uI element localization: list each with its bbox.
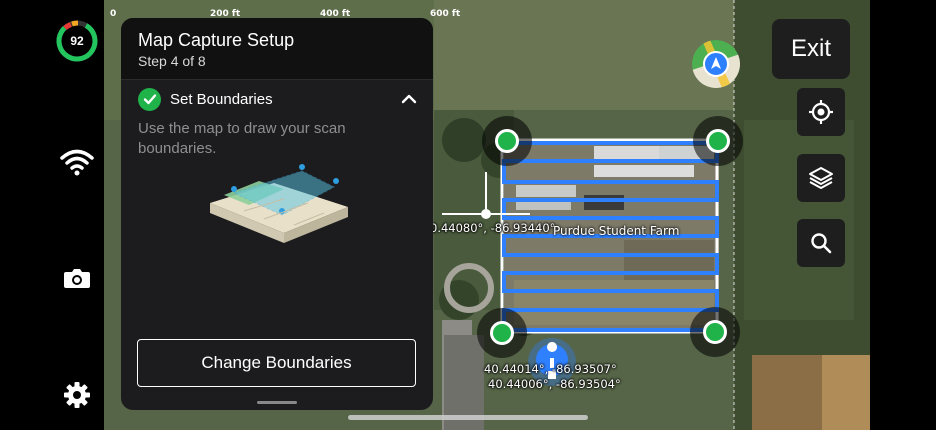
wifi-icon[interactable] xyxy=(58,143,96,181)
left-rail: 92 xyxy=(0,0,104,430)
set-boundaries-section-header[interactable]: Set Boundaries xyxy=(138,87,418,111)
chevron-up-icon[interactable] xyxy=(400,90,418,108)
panel-title: Map Capture Setup xyxy=(138,30,295,50)
drone-coordinate-1: 40.44014°, -86.93507° xyxy=(484,362,617,376)
panel-header: Map Capture Setup Step 4 of 8 xyxy=(121,18,433,80)
change-boundaries-button[interactable]: Change Boundaries xyxy=(137,339,416,387)
boundary-handle-top-right[interactable] xyxy=(693,116,743,166)
panel-drag-handle[interactable] xyxy=(257,401,297,404)
boundary-handle-top-left[interactable] xyxy=(482,116,532,166)
layers-icon xyxy=(809,167,833,189)
settings-gear-icon[interactable] xyxy=(58,376,96,414)
layers-button[interactable] xyxy=(797,154,845,202)
panel-step: Step 4 of 8 xyxy=(138,53,206,69)
boundary-handle-bottom-right[interactable] xyxy=(690,307,740,357)
boundary-illustration xyxy=(210,164,348,243)
exit-button[interactable]: Exit xyxy=(772,19,850,79)
section-description: Use the map to draw your scan boundaries… xyxy=(138,120,346,157)
check-circle-icon xyxy=(138,87,161,111)
right-rail xyxy=(870,0,936,430)
boundary-handle-bottom-left[interactable] xyxy=(477,308,527,358)
farm-label: Purdue Student Farm xyxy=(553,224,680,238)
camera-icon[interactable] xyxy=(58,259,96,297)
compass-icon[interactable] xyxy=(692,40,740,88)
crosshair-coordinate: 0.44080°, -86.93440° xyxy=(430,221,556,235)
map-capture-setup-panel: Map Capture Setup Step 4 of 8 Set Bounda… xyxy=(121,18,433,410)
drone-coordinate-2: 40.44006°, -86.93504° xyxy=(488,377,621,391)
search-button[interactable] xyxy=(797,219,845,267)
home-indicator[interactable] xyxy=(348,415,588,420)
battery-percent: 92 xyxy=(70,34,84,48)
crosshair-locate-icon xyxy=(809,100,833,124)
battery-indicator: 92 xyxy=(55,19,99,63)
section-label: Set Boundaries xyxy=(170,90,273,108)
search-icon xyxy=(811,233,832,254)
locate-button[interactable] xyxy=(797,88,845,136)
